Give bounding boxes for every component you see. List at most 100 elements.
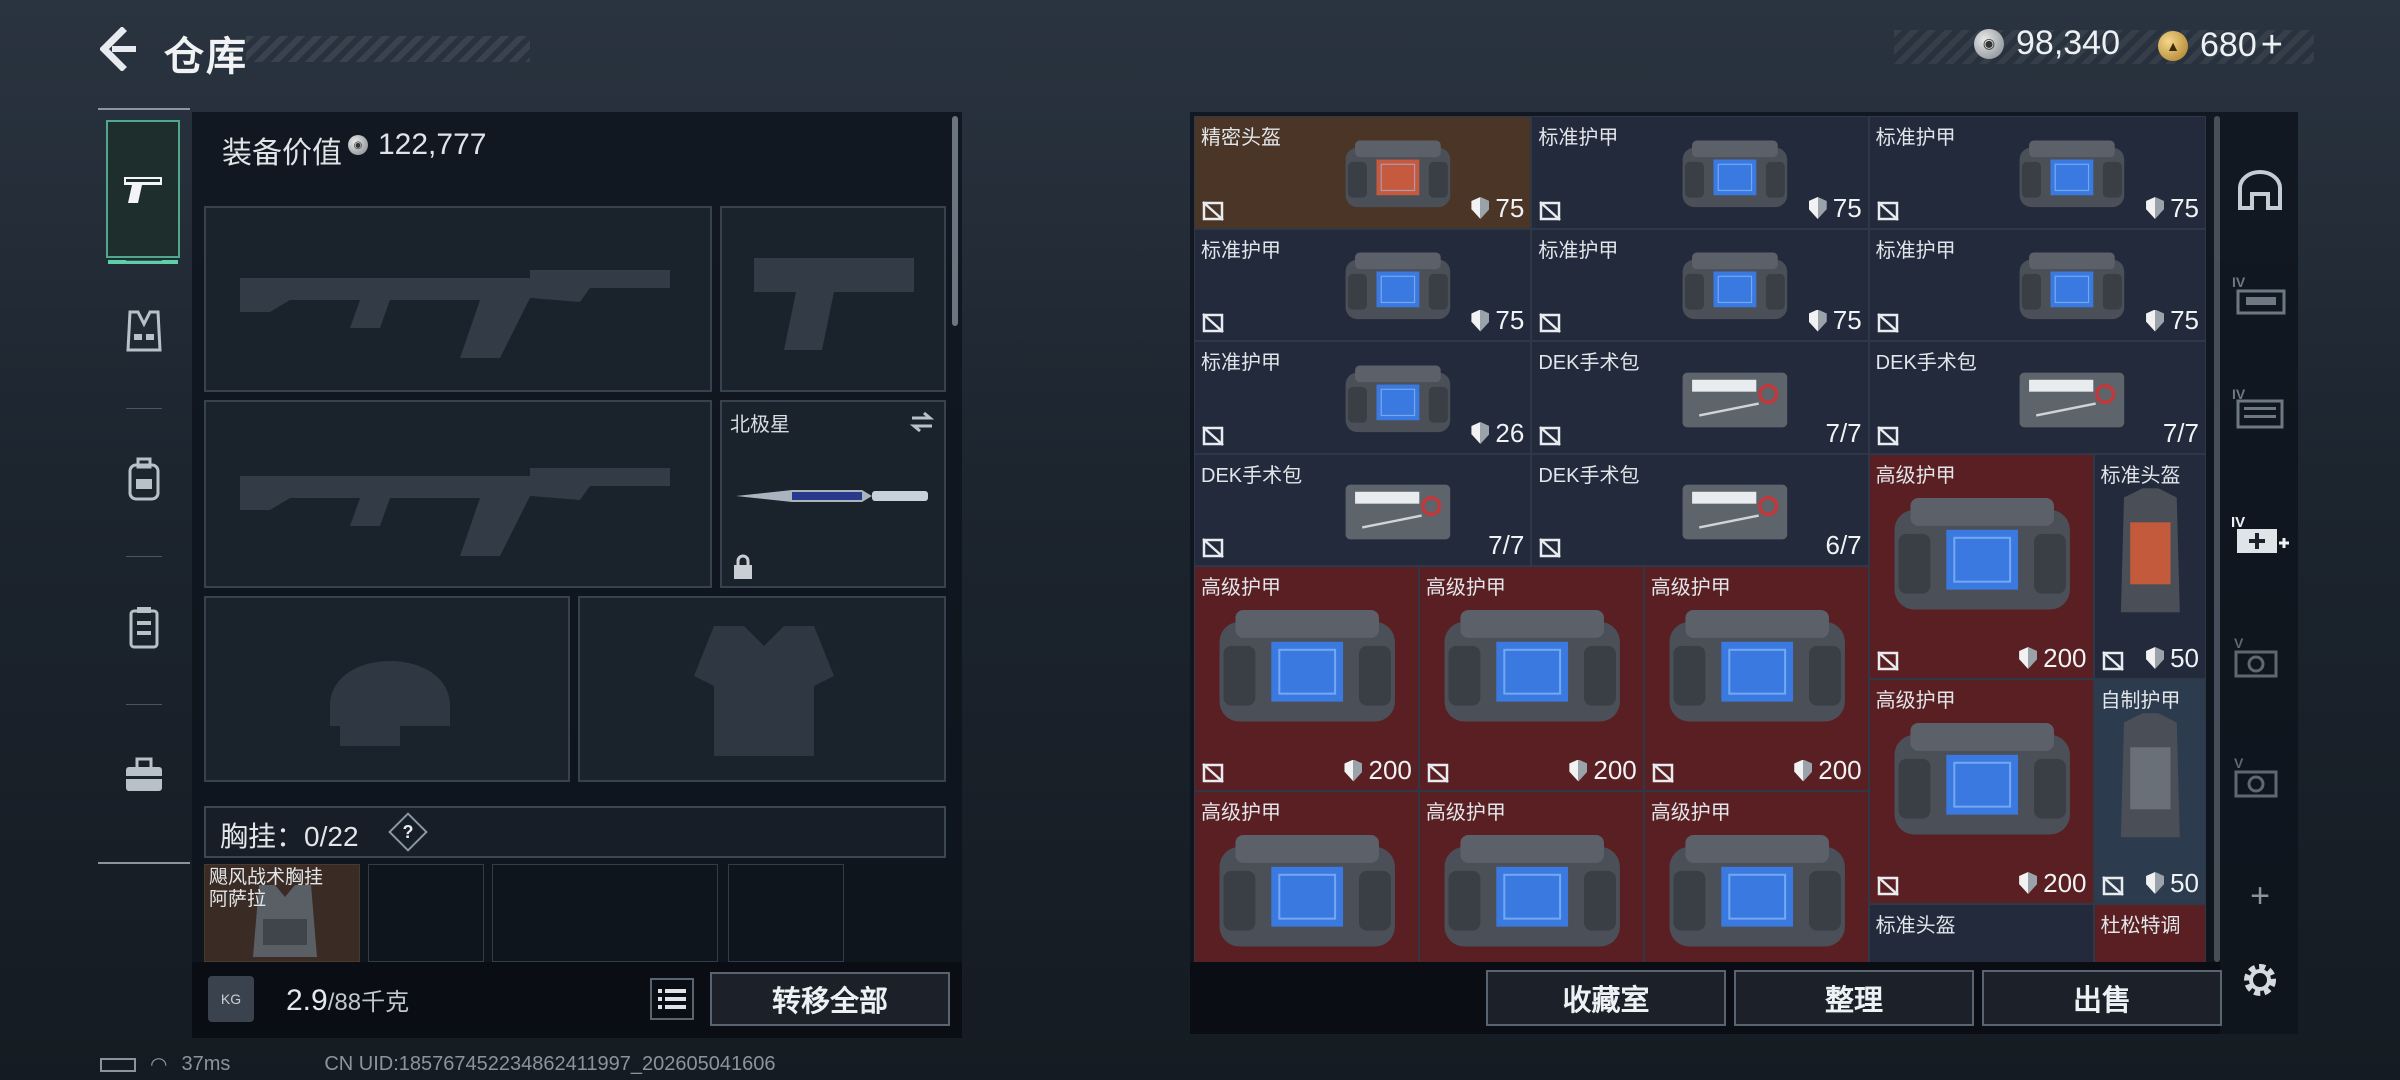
gold-coin-icon: ▲ xyxy=(2158,30,2188,61)
stash-tab-v-1[interactable]: V xyxy=(2222,614,2298,700)
no-insurance-icon xyxy=(1539,200,1562,221)
backpack-tab[interactable] xyxy=(98,410,190,548)
stash-item[interactable]: 自制护甲 50 xyxy=(2093,678,2206,904)
stash-item[interactable]: DEK手术包 6/7 xyxy=(1531,453,1869,566)
stash-item[interactable]: 标准护甲 75 xyxy=(1531,116,1869,229)
organize-button[interactable]: 整理 xyxy=(1734,970,1974,1026)
pistol-slot[interactable] xyxy=(720,206,946,392)
rig-pocket[interactable] xyxy=(368,864,484,962)
rig-item[interactable]: 飓风战术胸挂 阿萨拉 xyxy=(204,864,360,962)
melee-slot[interactable]: 北极星 xyxy=(720,400,946,588)
stash-item[interactable]: 标准头盔 xyxy=(1868,903,2094,962)
category-nav xyxy=(98,108,190,864)
rig-tab[interactable] xyxy=(98,262,190,400)
stash-item-name: DEK手术包 xyxy=(1201,464,1303,487)
stash-item-value: 50 xyxy=(2146,868,2199,899)
no-insurance-icon xyxy=(1202,313,1224,333)
stash-item[interactable]: 标准护甲 75 xyxy=(1531,228,1869,341)
rig-item-label: 飓风战术胸挂 阿萨拉 xyxy=(209,867,324,910)
arch-icon xyxy=(2238,170,2282,210)
armor-vest-icon xyxy=(1669,834,1845,947)
stash-item[interactable]: 标准护甲 75 xyxy=(1868,228,2206,341)
stash-item[interactable]: 高级护甲 xyxy=(1418,791,1644,962)
durability-shield-icon xyxy=(1569,759,1588,782)
rig-pocket[interactable] xyxy=(492,864,718,962)
stash-tab-iv-add[interactable]: IV xyxy=(2222,492,2298,578)
helmet-slot[interactable] xyxy=(204,596,570,782)
pistol-icon xyxy=(124,177,162,203)
stash-item[interactable]: 高级护甲 xyxy=(1194,791,1419,962)
stash-item[interactable]: 高级护甲 200 xyxy=(1418,566,1644,791)
stash-tab-v-2[interactable]: V xyxy=(2222,734,2298,820)
no-insurance-icon xyxy=(1876,200,1899,221)
stash-item[interactable]: 高级护甲 200 xyxy=(1643,566,1869,791)
stash-item-value: 200 xyxy=(2019,867,2087,899)
add-gold-button[interactable]: + xyxy=(2261,24,2283,67)
lock-icon xyxy=(734,554,752,579)
stash-item-value-text: 7/7 xyxy=(1825,417,1862,448)
stash-item[interactable]: 杜松特调 xyxy=(2093,903,2206,962)
stash-item-value-text: 50 xyxy=(2170,867,2199,898)
collection-room-button[interactable]: 收藏室 xyxy=(1486,970,1726,1026)
stash-item[interactable]: 标准护甲 75 xyxy=(1868,116,2206,229)
list-view-button[interactable] xyxy=(650,978,694,1020)
swap-icon[interactable] xyxy=(908,410,936,434)
no-insurance-icon xyxy=(2101,875,2124,896)
stash-item[interactable]: 标准护甲 75 xyxy=(1194,228,1532,341)
stash-item-value: 75 xyxy=(2146,193,2199,224)
pistol-silhouette-icon xyxy=(754,258,914,350)
stash-item-value: 75 xyxy=(1808,193,1862,224)
secondary-weapon-slot[interactable] xyxy=(204,400,712,588)
settings-button[interactable] xyxy=(2222,950,2298,1010)
back-button[interactable] xyxy=(98,24,142,74)
stash-tab-iv-2[interactable]: IV xyxy=(2222,364,2298,450)
gold-currency[interactable]: ▲ 680 + xyxy=(2158,24,2283,67)
stash-iv-icon-1: IV xyxy=(2232,274,2286,315)
stash-v-icon-2: V xyxy=(2234,755,2278,798)
stash-item[interactable]: 标准护甲 26 xyxy=(1194,341,1532,454)
primary-weapon-slot[interactable] xyxy=(204,206,712,392)
durability-shield-icon xyxy=(1471,422,1490,444)
weapons-tab[interactable] xyxy=(106,120,180,264)
durability-shield-icon xyxy=(1344,759,1363,782)
stash-item[interactable]: 高级护甲 xyxy=(1643,791,1869,962)
sell-button[interactable]: 出售 xyxy=(1982,970,2222,1026)
container-tab[interactable] xyxy=(98,558,190,696)
stash-item-value: 200 xyxy=(1569,755,1637,786)
stash-tab-main[interactable] xyxy=(2222,148,2298,232)
stash-item[interactable]: DEK手术包 7/7 xyxy=(1531,341,1869,454)
stash-item[interactable]: 高级护甲 200 xyxy=(1194,566,1419,791)
stash-item-name: 标准头盔 xyxy=(1875,914,1956,937)
battery-icon xyxy=(100,1057,136,1072)
stash-item[interactable]: DEK手术包 7/7 xyxy=(1194,453,1532,566)
stash-tab-iv-1[interactable]: IV xyxy=(2222,252,2298,338)
stash-item-value-text: 200 xyxy=(2043,867,2087,898)
rig-pocket[interactable] xyxy=(728,864,844,962)
no-insurance-icon xyxy=(1202,763,1224,783)
transfer-all-button[interactable]: 转移全部 xyxy=(710,972,950,1026)
stash-item-value: 7/7 xyxy=(2163,418,2199,449)
status-bar: ◠ 37ms CN UID:18576745223486241199​7_202… xyxy=(100,1052,776,1077)
armor-vest-icon xyxy=(1219,609,1396,722)
loadout-scrollbar[interactable] xyxy=(952,116,958,326)
first-aid-kit-icon xyxy=(1345,484,1450,540)
stash-item-value-text: 200 xyxy=(1368,755,1412,785)
stash-v-icon-1: V xyxy=(2234,635,2278,678)
stash-item[interactable]: 高级护甲 200 xyxy=(1868,453,2094,679)
no-insurance-icon xyxy=(1202,425,1224,446)
stash-item-name: 标准护甲 xyxy=(1538,239,1619,262)
toolbox-tab[interactable] xyxy=(98,706,190,844)
stash-item-value: 26 xyxy=(1471,418,1524,449)
stash-item-name: DEK手术包 xyxy=(1538,352,1640,374)
add-stash-button[interactable]: + xyxy=(2222,866,2298,926)
stash-item-name: 标准护甲 xyxy=(1875,127,1956,149)
stash-item[interactable]: 标准头盔 50 xyxy=(2093,453,2206,679)
stash-scrollbar[interactable] xyxy=(2214,116,2220,962)
wifi-icon: ◠ xyxy=(150,1054,168,1076)
armor-vest-icon xyxy=(1345,252,1450,320)
stash-item[interactable]: DEK手术包 7/7 xyxy=(1868,341,2206,454)
armor-slot[interactable] xyxy=(578,596,946,782)
stash-item[interactable]: 精密头盔 75 xyxy=(1194,116,1532,229)
stash-item[interactable]: 高级护甲 200 xyxy=(1868,678,2094,904)
stash-item-value-text: 26 xyxy=(1495,417,1525,448)
